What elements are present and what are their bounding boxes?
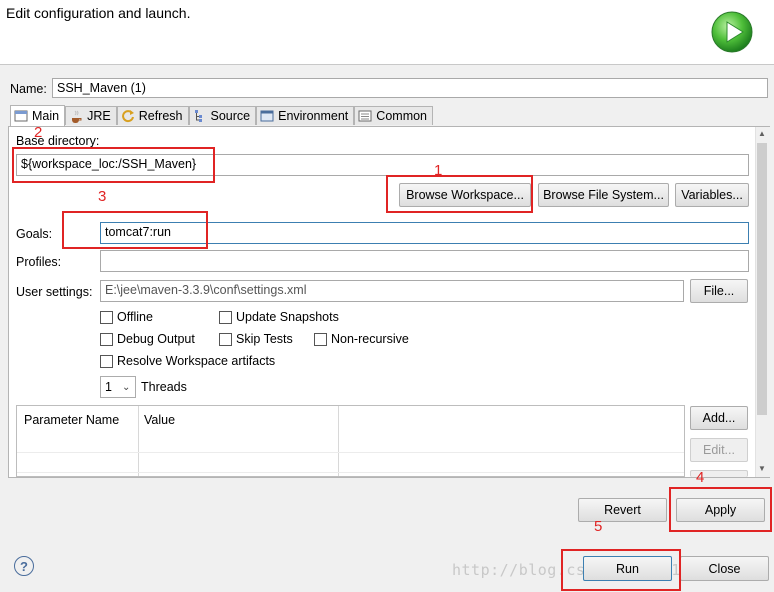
annotation-number-5: 5 (594, 518, 603, 535)
parameters-table[interactable]: Parameter Name Value (16, 405, 685, 477)
skip-tests-checkbox[interactable]: Skip Tests (219, 332, 293, 346)
row-divider (17, 472, 684, 473)
base-directory-label: Base directory: (16, 134, 100, 148)
maven-main-icon (14, 110, 28, 122)
annotation-number-1: 1 (434, 162, 443, 179)
help-icon[interactable]: ? (14, 556, 34, 576)
column-header-value[interactable]: Value (144, 413, 175, 427)
annotation-box-base-directory (12, 147, 215, 183)
common-icon (358, 110, 372, 122)
annotation-number-3: 3 (98, 188, 107, 205)
tab-common[interactable]: Common (354, 106, 434, 125)
dialog-title: Edit configuration and launch. (6, 5, 191, 21)
debug-output-checkbox[interactable]: Debug Output (100, 332, 195, 346)
non-recursive-label: Non-recursive (331, 332, 409, 346)
tab-main[interactable]: Main (10, 105, 66, 126)
browse-file-system-button[interactable]: Browse File System... (538, 183, 669, 207)
chevron-down-icon: ⌄ (121, 381, 131, 393)
checkbox-box[interactable] (219, 310, 232, 324)
run-launch-icon (711, 11, 753, 53)
variables-button[interactable]: Variables... (675, 183, 749, 207)
revert-button[interactable]: Revert (578, 498, 667, 522)
tab-refresh[interactable]: Refresh (116, 106, 189, 125)
tab-main-label: Main (32, 109, 60, 123)
column-divider (138, 406, 139, 476)
scroll-down-icon[interactable]: ▼ (755, 464, 769, 473)
threads-value: 1 (105, 380, 112, 394)
resolve-workspace-checkbox[interactable]: Resolve Workspace artifacts (100, 354, 275, 368)
update-snapshots-checkbox[interactable]: Update Snapshots (219, 310, 339, 324)
annotation-number-4: 4 (696, 469, 705, 486)
name-label: Name: (10, 82, 47, 96)
tab-jre-label: JRE (87, 109, 111, 123)
threads-label: Threads (141, 380, 187, 394)
tab-jre[interactable]: JRE (65, 106, 117, 125)
tab-environment-label: Environment (278, 109, 349, 123)
annotation-box-goals (62, 211, 208, 249)
add-parameter-button[interactable]: Add... (690, 406, 748, 430)
column-header-parameter-name[interactable]: Parameter Name (24, 413, 119, 427)
annotation-box-apply (669, 487, 772, 532)
profiles-label: Profiles: (16, 255, 62, 269)
refresh-icon (121, 110, 134, 123)
user-settings-field[interactable]: E:\jee\maven-3.3.9\conf\settings.xml (100, 280, 684, 302)
annotation-box-run (561, 549, 681, 591)
offline-label: Offline (117, 310, 153, 324)
profiles-field[interactable] (100, 250, 749, 272)
file-button[interactable]: File... (690, 279, 748, 303)
debug-output-label: Debug Output (117, 332, 195, 346)
row-divider (17, 452, 684, 453)
source-icon (194, 110, 202, 122)
scroll-thumb[interactable] (757, 143, 767, 415)
tab-refresh-label: Refresh (138, 109, 183, 123)
tab-source[interactable]: Source (188, 106, 257, 125)
edit-parameter-button[interactable]: Edit... (690, 438, 748, 462)
scroll-up-icon[interactable]: ▲ (755, 129, 769, 138)
tab-source-label: Source (210, 109, 251, 123)
tab-common-label: Common (376, 109, 428, 123)
offline-checkbox[interactable]: Offline (100, 310, 153, 324)
column-divider (338, 406, 339, 476)
checkbox-box[interactable] (219, 332, 232, 346)
goals-label: Goals: (16, 227, 53, 241)
jre-icon (72, 110, 82, 123)
close-button[interactable]: Close (680, 556, 769, 581)
user-settings-label: User settings: (16, 285, 93, 299)
resolve-workspace-label: Resolve Workspace artifacts (117, 354, 276, 368)
annotation-box-browse-workspace (386, 175, 533, 213)
checkbox-box[interactable] (100, 354, 113, 368)
annotation-number-2: 2 (34, 124, 43, 141)
tab-bar: Main JRE Refresh Source Environment Comm… (10, 105, 434, 126)
threads-select[interactable]: 1 ⌄ (100, 376, 136, 398)
checkbox-box[interactable] (100, 310, 113, 324)
non-recursive-checkbox[interactable]: Non-recursive (314, 332, 409, 346)
checkbox-box[interactable] (100, 332, 113, 346)
environment-icon (260, 110, 274, 122)
update-snapshots-label: Update Snapshots (236, 310, 339, 324)
checkbox-box[interactable] (314, 332, 327, 346)
skip-tests-label: Skip Tests (236, 332, 293, 346)
tab-environment[interactable]: Environment (256, 106, 355, 125)
header-separator (0, 64, 774, 65)
name-field[interactable]: SSH_Maven (1) (52, 78, 768, 98)
